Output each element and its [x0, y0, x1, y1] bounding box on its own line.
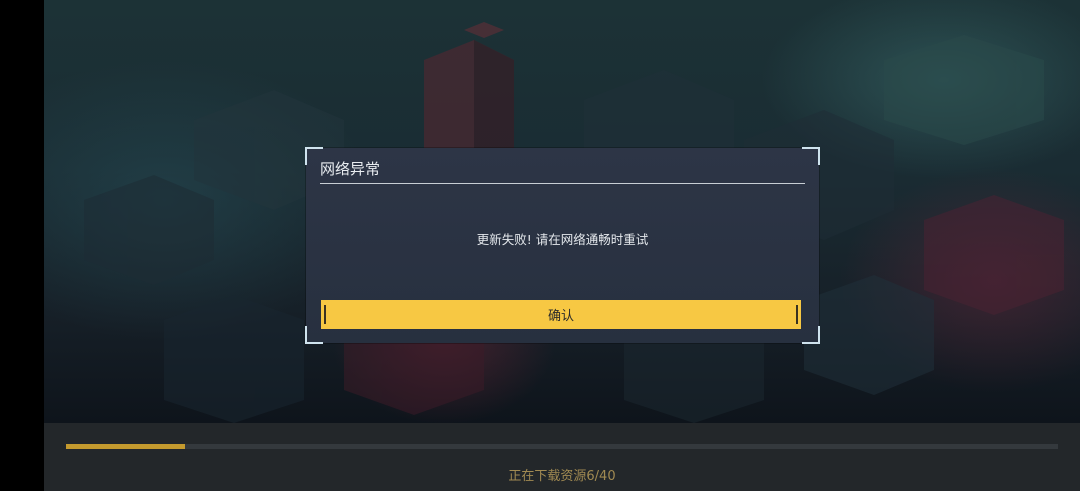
corner-bracket-bottom-right: [802, 326, 820, 344]
network-error-dialog: 网络异常 更新失败! 请在网络通畅时重试 确认: [305, 147, 820, 344]
download-progress-fill: [66, 444, 186, 449]
dialog-title: 网络异常: [320, 160, 381, 178]
button-notch-left: [324, 305, 326, 324]
button-notch-right: [796, 305, 798, 324]
confirm-button[interactable]: 确认: [321, 300, 801, 329]
download-status-bar: 正在下载资源6/40: [44, 423, 1080, 491]
title-divider: [320, 183, 805, 184]
download-progress-track: [66, 444, 1058, 449]
confirm-button-label: 确认: [547, 309, 574, 324]
corner-bracket-top-right: [802, 147, 820, 165]
dialog-message: 更新失败! 请在网络通畅时重试: [476, 232, 649, 247]
left-edge-bar: [0, 0, 44, 491]
download-status-text: 正在下载资源6/40: [508, 469, 616, 484]
